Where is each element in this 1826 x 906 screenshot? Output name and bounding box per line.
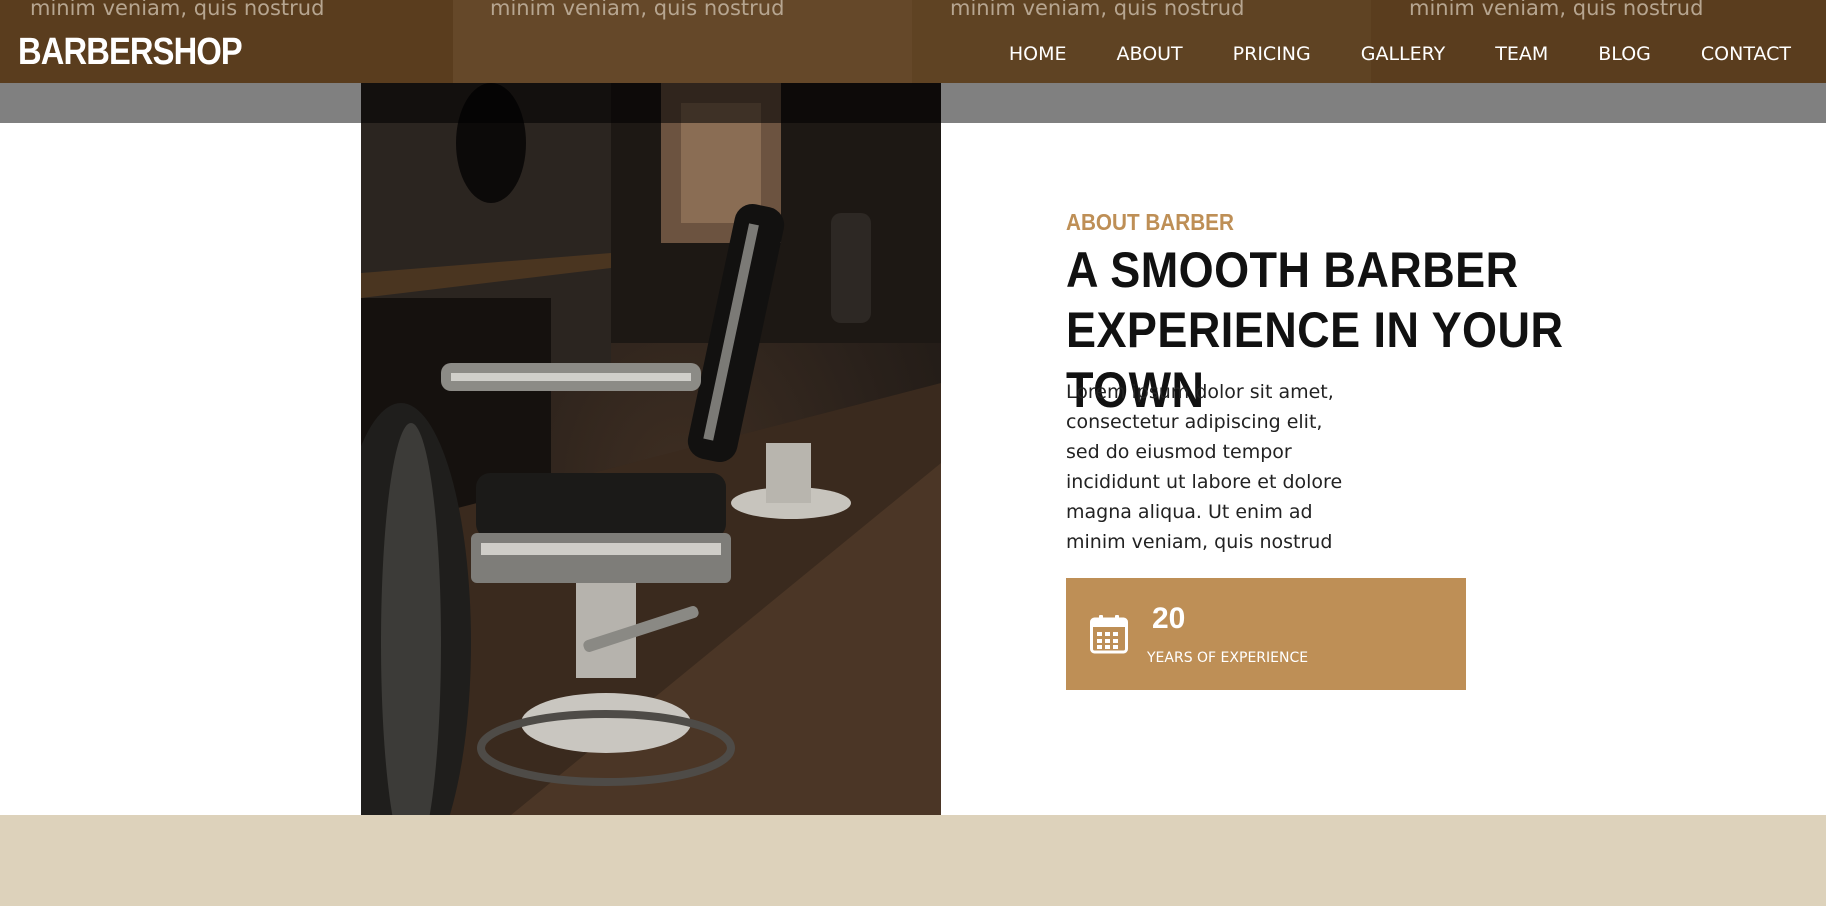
- body-line: sed do eiusmod tempor: [1066, 441, 1292, 463]
- nav-contact[interactable]: CONTACT: [1701, 43, 1791, 65]
- header-panel: minim veniam, quis nostrud: [453, 0, 913, 83]
- body-line: Lorem ipsum dolor sit amet,: [1066, 381, 1334, 403]
- site-logo[interactable]: BARBERSHOP: [18, 31, 243, 74]
- site-header: minim veniam, quis nostrud minim veniam,…: [0, 0, 1826, 83]
- nav-home[interactable]: HOME: [1009, 43, 1067, 65]
- experience-card: 20 YEARS OF EXPERIENCE: [1066, 578, 1466, 690]
- header-ghost-text: minim veniam, quis nostrud: [1409, 0, 1704, 20]
- barber-chair-photo: [361, 83, 941, 815]
- headline-line-1: A SMOOTH BARBER: [1066, 242, 1519, 298]
- body-line: incididunt ut labore et dolore: [1066, 471, 1343, 493]
- body-line: minim veniam, quis nostrud: [1066, 531, 1333, 553]
- about-body: Lorem ipsum dolor sit amet, consectetur …: [1066, 377, 1366, 557]
- body-line: magna aliqua. Ut enim ad: [1066, 501, 1313, 523]
- header-panel: minim veniam, quis nostrud: [912, 0, 1372, 83]
- nav-blog[interactable]: BLOG: [1598, 43, 1651, 65]
- barber-chair-illustration: [361, 83, 941, 815]
- header-ghost-text: minim veniam, quis nostrud: [490, 0, 785, 20]
- header-ghost-text: minim veniam, quis nostrud: [950, 0, 1245, 20]
- main-nav: HOME ABOUT PRICING GALLERY TEAM BLOG CON…: [959, 43, 1791, 65]
- header-ghost-text: minim veniam, quis nostrud: [30, 0, 325, 20]
- calendar-icon: [1090, 615, 1128, 654]
- experience-label: YEARS OF EXPERIENCE: [1147, 650, 1309, 666]
- nav-about[interactable]: ABOUT: [1117, 43, 1183, 65]
- nav-pricing[interactable]: PRICING: [1233, 43, 1311, 65]
- next-section-band: [0, 815, 1826, 906]
- nav-team[interactable]: TEAM: [1495, 43, 1548, 65]
- about-label: ABOUT BARBER: [1066, 209, 1234, 235]
- nav-gallery[interactable]: GALLERY: [1361, 43, 1446, 65]
- header-panel: minim veniam, quis nostrud: [1371, 0, 1826, 83]
- photo-top-shadow: [361, 83, 941, 123]
- body-line: consectetur adipiscing elit,: [1066, 411, 1323, 433]
- experience-years: 20: [1152, 602, 1186, 635]
